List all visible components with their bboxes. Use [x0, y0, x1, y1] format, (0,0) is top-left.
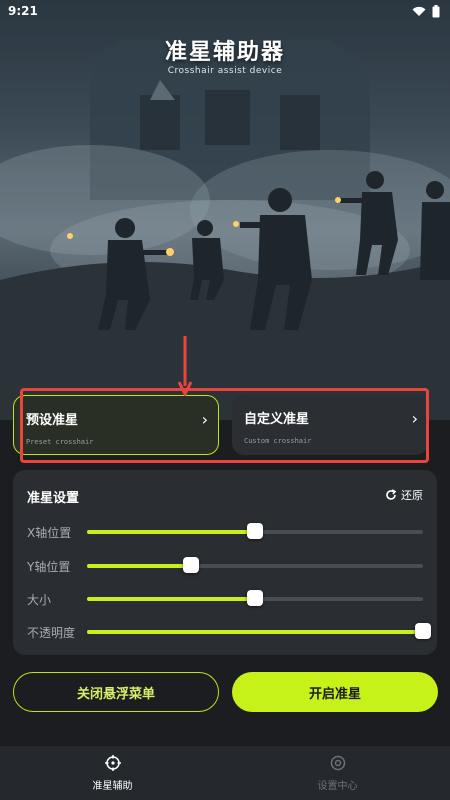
nav-item-crosshair-assist[interactable]: 准星辅助	[0, 746, 225, 800]
bottom-navigation: 准星辅助 设置中心	[0, 746, 450, 800]
annotation-arrow	[178, 336, 192, 396]
slider-thumb[interactable]	[183, 557, 200, 573]
slider-x-position: X轴位置	[27, 522, 423, 542]
wifi-icon	[412, 6, 426, 16]
reset-button[interactable]: 还原	[385, 487, 423, 503]
slider-thumb[interactable]	[415, 623, 431, 639]
slider-label: 大小	[27, 592, 52, 607]
slider-label: Y轴位置	[27, 559, 71, 574]
status-bar: 9:21	[0, 0, 450, 22]
crosshair-icon	[104, 754, 121, 771]
slider-opacity: 不透明度	[27, 622, 431, 642]
reset-label: 还原	[401, 489, 423, 502]
settings-title: 准星设置	[27, 491, 80, 506]
start-crosshair-button[interactable]: 开启准星	[232, 672, 438, 712]
refresh-icon	[386, 489, 397, 500]
slider-size: 大小	[27, 589, 423, 609]
slider-track[interactable]	[87, 623, 431, 639]
slider-track[interactable]	[87, 557, 423, 573]
nav-item-settings-center[interactable]: 设置中心	[225, 746, 450, 800]
close-floating-menu-button[interactable]: 关闭悬浮菜单	[13, 672, 219, 712]
slider-thumb[interactable]	[247, 590, 263, 606]
slider-label: X轴位置	[27, 525, 72, 540]
slider-thumb[interactable]	[247, 523, 263, 539]
crosshair-settings-panel: 准星设置 还原 X轴位置 Y轴位置 大小 不透明度	[13, 470, 437, 655]
slider-track[interactable]	[87, 590, 423, 606]
hero-title: 准星辅助器	[164, 40, 285, 65]
status-icons	[412, 4, 440, 18]
slider-y-position: Y轴位置	[27, 556, 423, 576]
settings-icon	[330, 755, 345, 770]
nav-label: 设置中心	[317, 780, 358, 792]
nav-label: 准星辅助	[92, 780, 133, 792]
hero-subtitle: Crosshair assist device	[167, 66, 283, 76]
status-time: 9:21	[8, 4, 38, 18]
hero-banner: 准星辅助器 Crosshair assist device	[0, 0, 450, 420]
slider-track[interactable]	[87, 523, 423, 539]
annotation-highlight-box	[20, 388, 429, 463]
battery-icon	[432, 4, 440, 17]
slider-label: 不透明度	[27, 625, 76, 640]
